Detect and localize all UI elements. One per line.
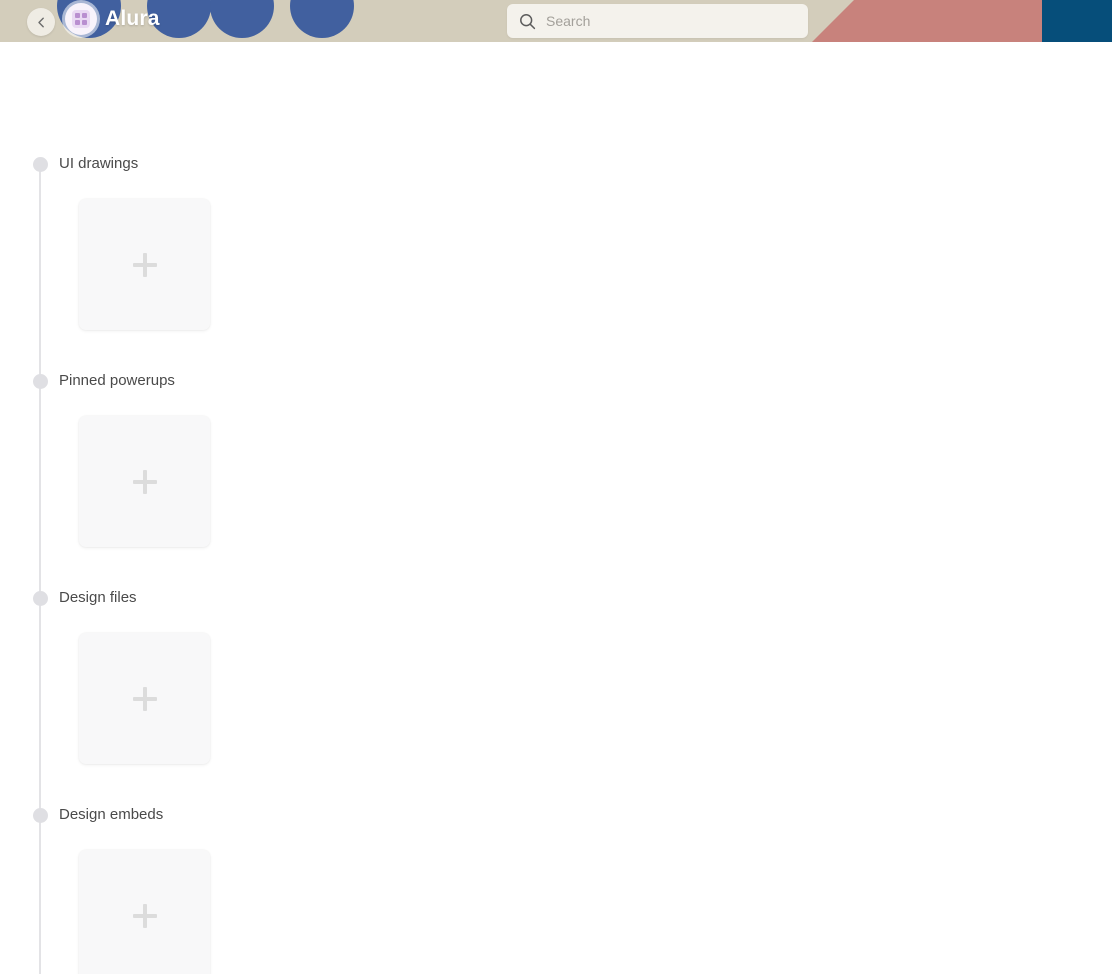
search-bar[interactable] xyxy=(507,4,808,38)
section-body xyxy=(0,403,1112,576)
plus-icon xyxy=(132,469,157,494)
plus-icon xyxy=(132,686,157,711)
brand-logo[interactable] xyxy=(65,3,97,35)
back-button[interactable] xyxy=(27,8,55,36)
section-title: Design embeds xyxy=(59,806,164,823)
section-title: Design files xyxy=(59,589,137,606)
banner-dot xyxy=(210,0,274,38)
section-header: Design files xyxy=(0,576,1112,620)
section-title: UI drawings xyxy=(59,155,139,172)
timeline-dot-icon xyxy=(33,808,48,823)
section-header: Pinned powerups xyxy=(0,359,1112,403)
timeline-dot-icon xyxy=(33,591,48,606)
timeline-dot-icon xyxy=(33,374,48,389)
section-header: Design embeds xyxy=(0,793,1112,837)
timeline: UI drawings Pinned powerups Design files… xyxy=(0,42,1112,974)
chevron-left-icon xyxy=(35,16,48,29)
brand-title: Alura xyxy=(105,7,160,30)
section-header: UI drawings xyxy=(0,142,1112,186)
timeline-section: Design files xyxy=(0,576,1112,793)
timeline-section: Pinned powerups xyxy=(0,359,1112,576)
add-card-button[interactable] xyxy=(79,416,210,547)
grid-dashboard-icon xyxy=(72,10,90,28)
plus-icon xyxy=(132,252,157,277)
section-title: Pinned powerups xyxy=(59,372,175,389)
section-body xyxy=(0,837,1112,974)
section-body xyxy=(0,186,1112,359)
search-input[interactable] xyxy=(546,4,796,38)
plus-icon xyxy=(132,903,157,928)
search-icon xyxy=(519,13,536,30)
timeline-dot-icon xyxy=(33,157,48,172)
banner-decoration-wedge xyxy=(812,0,1042,42)
brand[interactable]: Alura xyxy=(65,3,160,35)
timeline-section: UI drawings xyxy=(0,142,1112,359)
add-card-button[interactable] xyxy=(79,199,210,330)
banner-dot xyxy=(290,0,354,38)
top-banner: Alura xyxy=(0,0,1112,42)
timeline-section: Design embeds xyxy=(0,793,1112,974)
add-card-button[interactable] xyxy=(79,633,210,764)
section-body xyxy=(0,620,1112,793)
add-card-button[interactable] xyxy=(79,850,210,974)
banner-decoration-block xyxy=(1042,0,1112,42)
main-content: UI drawings Pinned powerups Design files… xyxy=(0,42,1112,974)
